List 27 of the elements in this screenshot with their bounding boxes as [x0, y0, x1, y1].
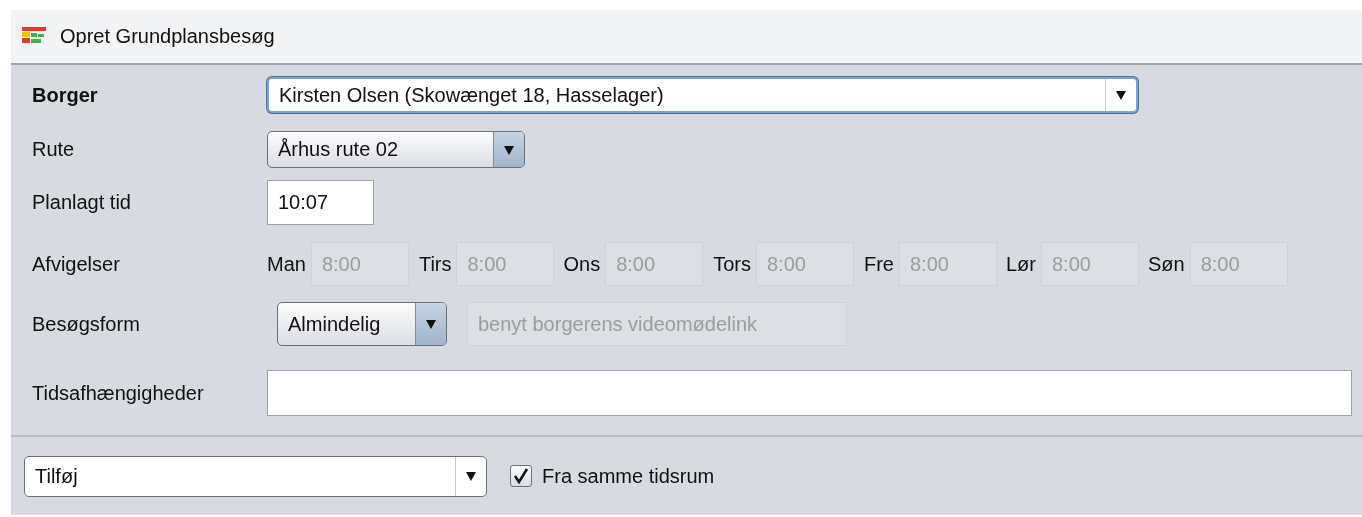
checkmark-icon — [513, 468, 529, 484]
field-label: Afvigelser — [32, 252, 121, 276]
day-label: Ons — [563, 252, 601, 276]
field-label: Besøgsform — [32, 312, 141, 336]
field-label: Tidsafhængigheder — [32, 381, 205, 405]
caret-icon — [1115, 89, 1127, 101]
dropdown[interactable]: Århus rute 02 — [267, 131, 525, 168]
dropdown[interactable]: Tilføj — [24, 455, 487, 497]
caret-icon — [503, 143, 515, 156]
day-label: Man — [267, 252, 306, 276]
field-label: Borger — [32, 83, 99, 107]
window-title: Opret Grundplansbesøg — [60, 25, 275, 48]
checkbox[interactable] — [510, 465, 532, 487]
day-label: Lør — [1005, 252, 1036, 276]
day-label: Tirs — [418, 252, 452, 276]
dropdown[interactable]: Almindelig — [277, 302, 447, 346]
field-label: Planlagt tid — [32, 191, 132, 214]
caret-icon — [465, 470, 477, 482]
caret-icon — [425, 318, 437, 330]
field-label: Rute — [32, 138, 76, 161]
checkbox-label: Fra samme tidsrum — [542, 464, 715, 488]
dropdown[interactable]: Kirsten Olsen (Skowænget 18, Hasselager) — [267, 77, 1138, 113]
day-label: Søn — [1147, 252, 1185, 276]
day-label: Tors — [713, 252, 751, 276]
day-label: Fre — [863, 252, 894, 276]
input-field[interactable] — [267, 370, 1352, 416]
time-field[interactable]: 10:07 — [267, 180, 374, 225]
